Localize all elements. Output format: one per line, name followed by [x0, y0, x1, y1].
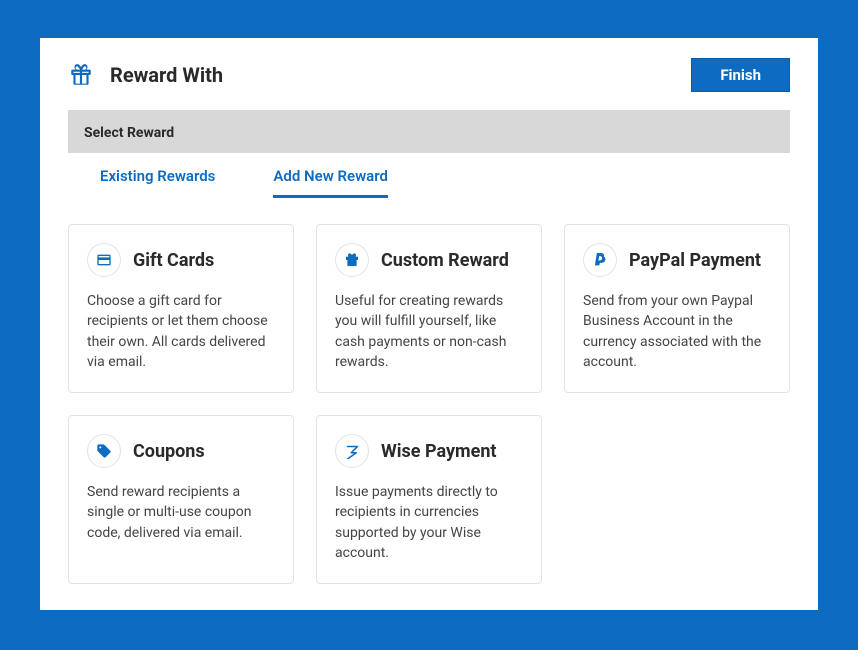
- tag-icon: [87, 434, 121, 468]
- select-reward-bar: Select Reward: [68, 110, 790, 153]
- reward-desc: Send reward recipients a single or multi…: [87, 482, 275, 543]
- tab-existing-rewards[interactable]: Existing Rewards: [100, 167, 215, 198]
- finish-button[interactable]: Finish: [691, 58, 790, 92]
- reward-desc: Useful for creating rewards you will ful…: [335, 291, 523, 372]
- paypal-icon: [583, 243, 617, 277]
- reward-card-header: Custom Reward: [335, 243, 523, 277]
- page-title: Reward With: [110, 63, 223, 87]
- credit-card-icon: [87, 243, 121, 277]
- reward-title: Wise Payment: [381, 441, 497, 462]
- gift-icon: [335, 243, 369, 277]
- header: Reward With Finish: [40, 38, 818, 110]
- reward-card-header: Gift Cards: [87, 243, 275, 277]
- reward-desc: Issue payments directly to recipients in…: [335, 482, 523, 563]
- reward-card-coupons[interactable]: Coupons Send reward recipients a single …: [68, 415, 294, 584]
- reward-title: Coupons: [133, 441, 205, 462]
- reward-card-custom[interactable]: Custom Reward Useful for creating reward…: [316, 224, 542, 393]
- header-left: Reward With: [68, 62, 223, 88]
- reward-card-header: Wise Payment: [335, 434, 523, 468]
- reward-title: Gift Cards: [133, 250, 214, 271]
- reward-card-paypal[interactable]: PayPal Payment Send from your own Paypal…: [564, 224, 790, 393]
- select-reward-label: Select Reward: [84, 125, 174, 141]
- gift-icon: [68, 62, 94, 88]
- modal-card: Reward With Finish Select Reward Existin…: [40, 38, 818, 610]
- reward-card-gift-cards[interactable]: Gift Cards Choose a gift card for recipi…: [68, 224, 294, 393]
- tab-add-new-reward[interactable]: Add New Reward: [273, 167, 388, 198]
- reward-card-header: Coupons: [87, 434, 275, 468]
- reward-title: Custom Reward: [381, 250, 509, 271]
- reward-title: PayPal Payment: [629, 250, 761, 271]
- reward-desc: Choose a gift card for recipients or let…: [87, 291, 275, 372]
- reward-card-header: PayPal Payment: [583, 243, 771, 277]
- reward-desc: Send from your own Paypal Business Accou…: [583, 291, 771, 372]
- tabs: Existing Rewards Add New Reward: [40, 153, 818, 198]
- reward-card-wise[interactable]: Wise Payment Issue payments directly to …: [316, 415, 542, 584]
- reward-grid: Gift Cards Choose a gift card for recipi…: [40, 198, 818, 610]
- wise-icon: [335, 434, 369, 468]
